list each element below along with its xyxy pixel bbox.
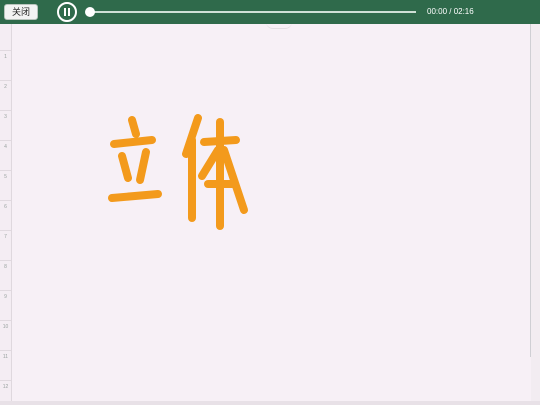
ruler-line bbox=[0, 380, 11, 381]
ruler-line bbox=[0, 290, 11, 291]
ruler-line bbox=[0, 50, 11, 51]
ruler-mark: 1 bbox=[4, 54, 7, 60]
ruler-line bbox=[0, 230, 11, 231]
player-toolbar: 关闭 00:00 / 02:16 bbox=[0, 0, 540, 24]
ink-stroke bbox=[136, 148, 150, 184]
close-button[interactable]: 关闭 bbox=[4, 4, 38, 20]
right-margin bbox=[531, 24, 540, 405]
ink-stroke bbox=[198, 146, 222, 180]
ink-strokes bbox=[108, 114, 248, 230]
ruler-mark: 6 bbox=[4, 204, 7, 210]
ruler-line bbox=[0, 320, 11, 321]
ruler-mark: 2 bbox=[4, 84, 7, 90]
whiteboard-canvas: 1 2 3 4 5 6 7 8 9 10 11 12 bbox=[0, 24, 540, 405]
ruler-line bbox=[0, 80, 11, 81]
ink-stroke bbox=[128, 116, 140, 138]
ruler-mark: 5 bbox=[4, 174, 7, 180]
progress-thumb[interactable] bbox=[85, 7, 95, 17]
ruler-mark: 9 bbox=[4, 294, 7, 300]
ruler-mark: 7 bbox=[4, 234, 7, 240]
left-ruler: 1 2 3 4 5 6 7 8 9 10 11 12 bbox=[0, 24, 12, 405]
ruler-line bbox=[0, 170, 11, 171]
ink-stroke bbox=[110, 136, 156, 148]
ruler-mark: 3 bbox=[4, 114, 7, 120]
scroll-rail[interactable] bbox=[530, 24, 531, 357]
ruler-line bbox=[0, 200, 11, 201]
page-top-indicator bbox=[266, 24, 292, 29]
ink-stroke bbox=[118, 152, 132, 182]
ruler-line bbox=[0, 350, 11, 351]
ruler-mark: 11 bbox=[2, 354, 9, 360]
ink-stroke bbox=[108, 190, 162, 202]
ruler-mark: 8 bbox=[4, 264, 7, 270]
ruler-line bbox=[0, 260, 11, 261]
progress-track[interactable] bbox=[89, 11, 416, 13]
ruler-mark: 4 bbox=[4, 144, 7, 150]
pause-button[interactable] bbox=[57, 2, 77, 22]
handwriting-ink bbox=[108, 114, 248, 230]
ruler-line bbox=[0, 110, 11, 111]
ruler-line bbox=[0, 140, 11, 141]
pause-icon bbox=[64, 8, 66, 16]
ruler-mark: 12 bbox=[2, 384, 9, 390]
ruler-mark: 10 bbox=[2, 324, 9, 330]
time-display: 00:00 / 02:16 bbox=[427, 7, 474, 16]
canvas-bottom-edge bbox=[0, 401, 540, 405]
